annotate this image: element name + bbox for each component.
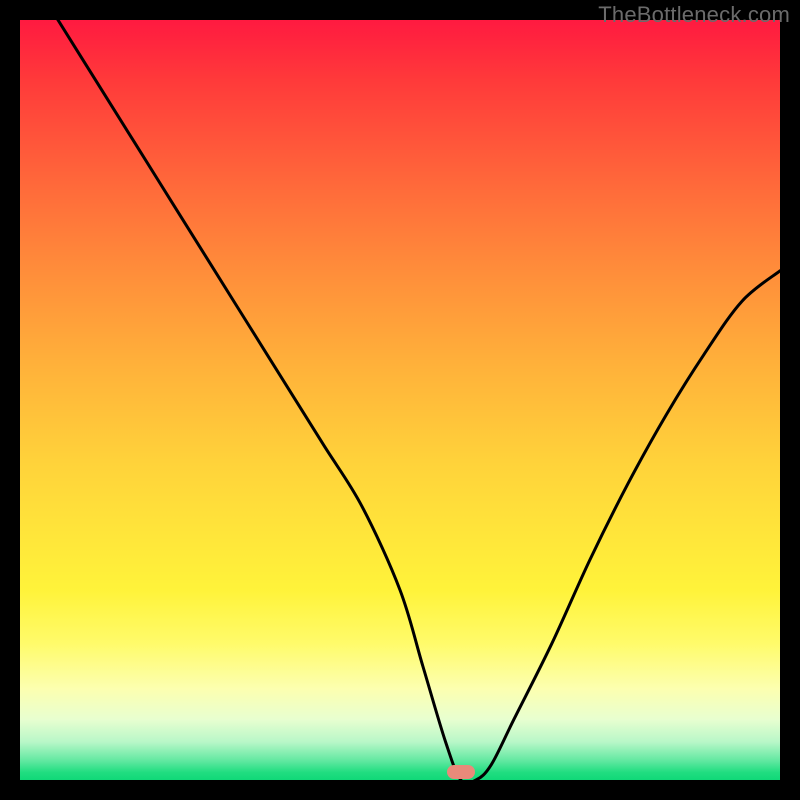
chart-frame: TheBottleneck.com <box>0 0 800 800</box>
curve-svg <box>20 20 780 780</box>
optimal-point-marker <box>447 765 475 779</box>
bottleneck-curve <box>20 20 780 780</box>
plot-area <box>20 20 780 780</box>
watermark-text: TheBottleneck.com <box>598 2 790 28</box>
